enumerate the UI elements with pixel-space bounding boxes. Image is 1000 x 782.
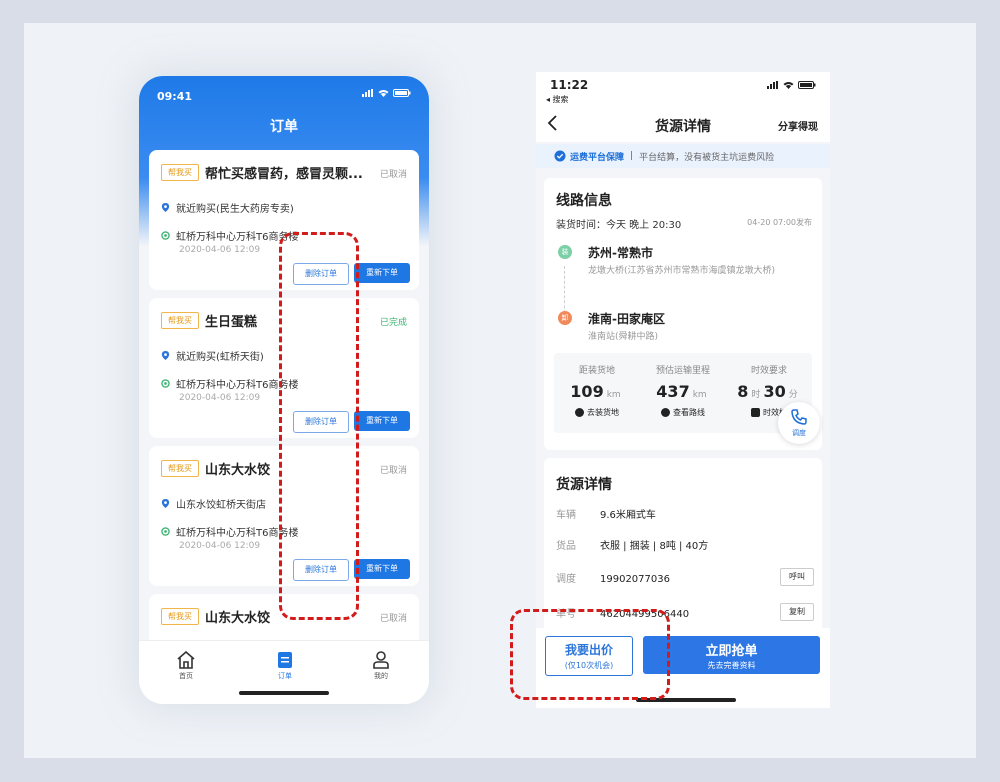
order-status: 已完成 — [379, 318, 407, 328]
order-to: 虹桥万科中心万科T6商务楼 — [161, 524, 298, 539]
order-to: 虹桥万科中心万科T6商务楼 — [161, 376, 298, 391]
guarantee-title: 运费平台保障 — [570, 152, 625, 163]
tab-label: 订单 — [278, 672, 292, 680]
tab-label: 我的 — [374, 672, 388, 680]
to-address: 淮南站(舜耕中路) — [588, 332, 659, 342]
destination-icon — [161, 231, 170, 240]
stat-distance-to-load: 距装货地 109 km 去装货地 — [554, 353, 640, 418]
reorder-button[interactable]: 重新下单 — [354, 411, 410, 431]
location-icon — [161, 499, 170, 508]
location-icon — [161, 203, 170, 212]
guarantee-banner: 运费平台保障 | 平台结算，没有被货主坑运费风险 — [536, 144, 830, 168]
cargo-heading: 货源详情 — [556, 477, 612, 493]
order-tag: 帮我买 — [161, 460, 199, 477]
route-stats: 距装货地 109 km 去装货地 预估运输里程 437 km 查看路线 时效要求 8… — [554, 353, 812, 433]
destination-icon — [161, 379, 170, 388]
separator: | — [630, 151, 634, 161]
view-route-button[interactable]: 查看路线 — [640, 407, 726, 418]
goto-load-button[interactable]: 去装货地 — [554, 407, 640, 418]
page-title: 订单 — [270, 119, 298, 135]
cargo-row-goods: 货品 衣服 | 捆装 | 8吨 | 40方 — [556, 541, 709, 552]
tab-home[interactable]: 首页 — [156, 651, 216, 681]
share-button[interactable]: 分享得现 — [778, 118, 818, 133]
order-tag: 帮我买 — [161, 164, 199, 181]
stat-label: 时效要求 — [750, 366, 787, 376]
unload-node-badge: 卸 — [558, 311, 572, 325]
profile-icon — [373, 651, 389, 669]
nav-header: 11:22 ◂ 搜索 货源详情 分享得现 — [536, 72, 830, 142]
tab-profile[interactable]: 我的 — [351, 651, 411, 681]
signal-icon — [362, 89, 373, 97]
load-node-badge: 装 — [558, 245, 572, 259]
order-title: 山东大水饺 — [205, 463, 271, 478]
order-from: 就近购买(民生大药房专卖) — [161, 200, 294, 215]
highlight-dashed-box — [510, 609, 670, 700]
order-title: 生日蛋糕 — [205, 315, 258, 330]
from-city: 苏州-常熟市 — [588, 246, 653, 260]
location-icon — [161, 351, 170, 360]
home-indicator — [239, 691, 329, 695]
stat-value: 109 km — [570, 382, 621, 401]
destination-icon — [161, 527, 170, 536]
order-from: 山东水饺虹桥天街店 — [161, 496, 266, 511]
tab-label: 首页 — [179, 672, 193, 680]
order-tag: 帮我买 — [161, 608, 199, 625]
route-icon — [661, 408, 670, 417]
publish-time: 04-20 07:00发布 — [747, 218, 812, 227]
route-heading: 线路信息 — [556, 193, 612, 209]
document-icon — [751, 408, 760, 417]
status-time: 09:41 — [157, 90, 193, 103]
status-time: 11:22 — [550, 78, 589, 92]
wifi-icon — [783, 82, 794, 89]
dispatch-call-button[interactable]: 调度 — [778, 402, 820, 444]
stat-value: 437 km — [656, 382, 707, 401]
order-title: 山东大水饺 — [205, 611, 271, 626]
reorder-button[interactable]: 重新下单 — [354, 559, 410, 579]
system-icons — [767, 81, 816, 89]
order-from-text: 山东水饺虹桥天街店 — [176, 500, 266, 511]
cargo-row-vehicle: 车辆 9.6米厢式车 — [556, 510, 656, 521]
order-status: 已取消 — [379, 170, 407, 180]
order-date: 2020-04-06 12:09 — [179, 245, 261, 255]
cargo-row-dispatcher: 调度 19902077036 — [556, 574, 670, 585]
order-from: 就近购买(虹桥天街) — [161, 348, 264, 363]
order-date: 2020-04-06 12:09 — [179, 393, 261, 403]
copy-button[interactable]: 复制 — [780, 603, 814, 621]
signal-icon — [767, 81, 778, 89]
stat-value: 8 时 30 分 — [737, 382, 798, 401]
status-bar: 09:41 — [139, 76, 429, 114]
order-from-text: 就近购买(民生大药房专卖) — [176, 204, 294, 215]
dispatch-label: 调度 — [792, 429, 806, 437]
order-status: 已取消 — [379, 614, 407, 624]
reorder-button[interactable]: 重新下单 — [354, 263, 410, 283]
load-time: 装货时间：今天 晚上 20:30 — [556, 220, 682, 231]
from-address: 龙墩大桥(江苏省苏州市常熟市海虞镇龙墩大桥) — [588, 266, 776, 276]
order-title: 帮忙买感冒药，感冒灵颗... — [205, 167, 363, 182]
shield-check-icon — [554, 150, 566, 162]
order-to: 虹桥万科中心万科T6商务楼 — [161, 228, 298, 243]
battery-icon — [798, 81, 816, 89]
guarantee-text: 平台结算，没有被货主坑运费风险 — [639, 152, 775, 163]
battery-icon — [393, 89, 411, 97]
order-date: 2020-04-06 12:09 — [179, 541, 261, 551]
navigate-icon — [575, 408, 584, 417]
to-city: 淮南-田家庵区 — [588, 312, 665, 326]
phone-icon — [791, 409, 807, 425]
call-button[interactable]: 呼叫 — [780, 568, 814, 586]
back-to-app-link[interactable]: ◂ 搜索 — [546, 94, 569, 105]
home-icon — [177, 651, 195, 669]
stat-label: 距装货地 — [578, 366, 615, 376]
highlight-dashed-box — [279, 232, 359, 620]
tab-orders[interactable]: 订单 — [255, 651, 315, 681]
stat-label: 预估运输里程 — [655, 366, 710, 376]
system-icons — [362, 89, 411, 97]
order-status: 已取消 — [379, 466, 407, 476]
order-tag: 帮我买 — [161, 312, 199, 329]
order-from-text: 就近购买(虹桥天街) — [176, 352, 264, 363]
wifi-icon — [378, 90, 389, 97]
stat-transport-mileage: 预估运输里程 437 km 查看路线 — [640, 353, 726, 418]
order-icon — [278, 652, 292, 668]
